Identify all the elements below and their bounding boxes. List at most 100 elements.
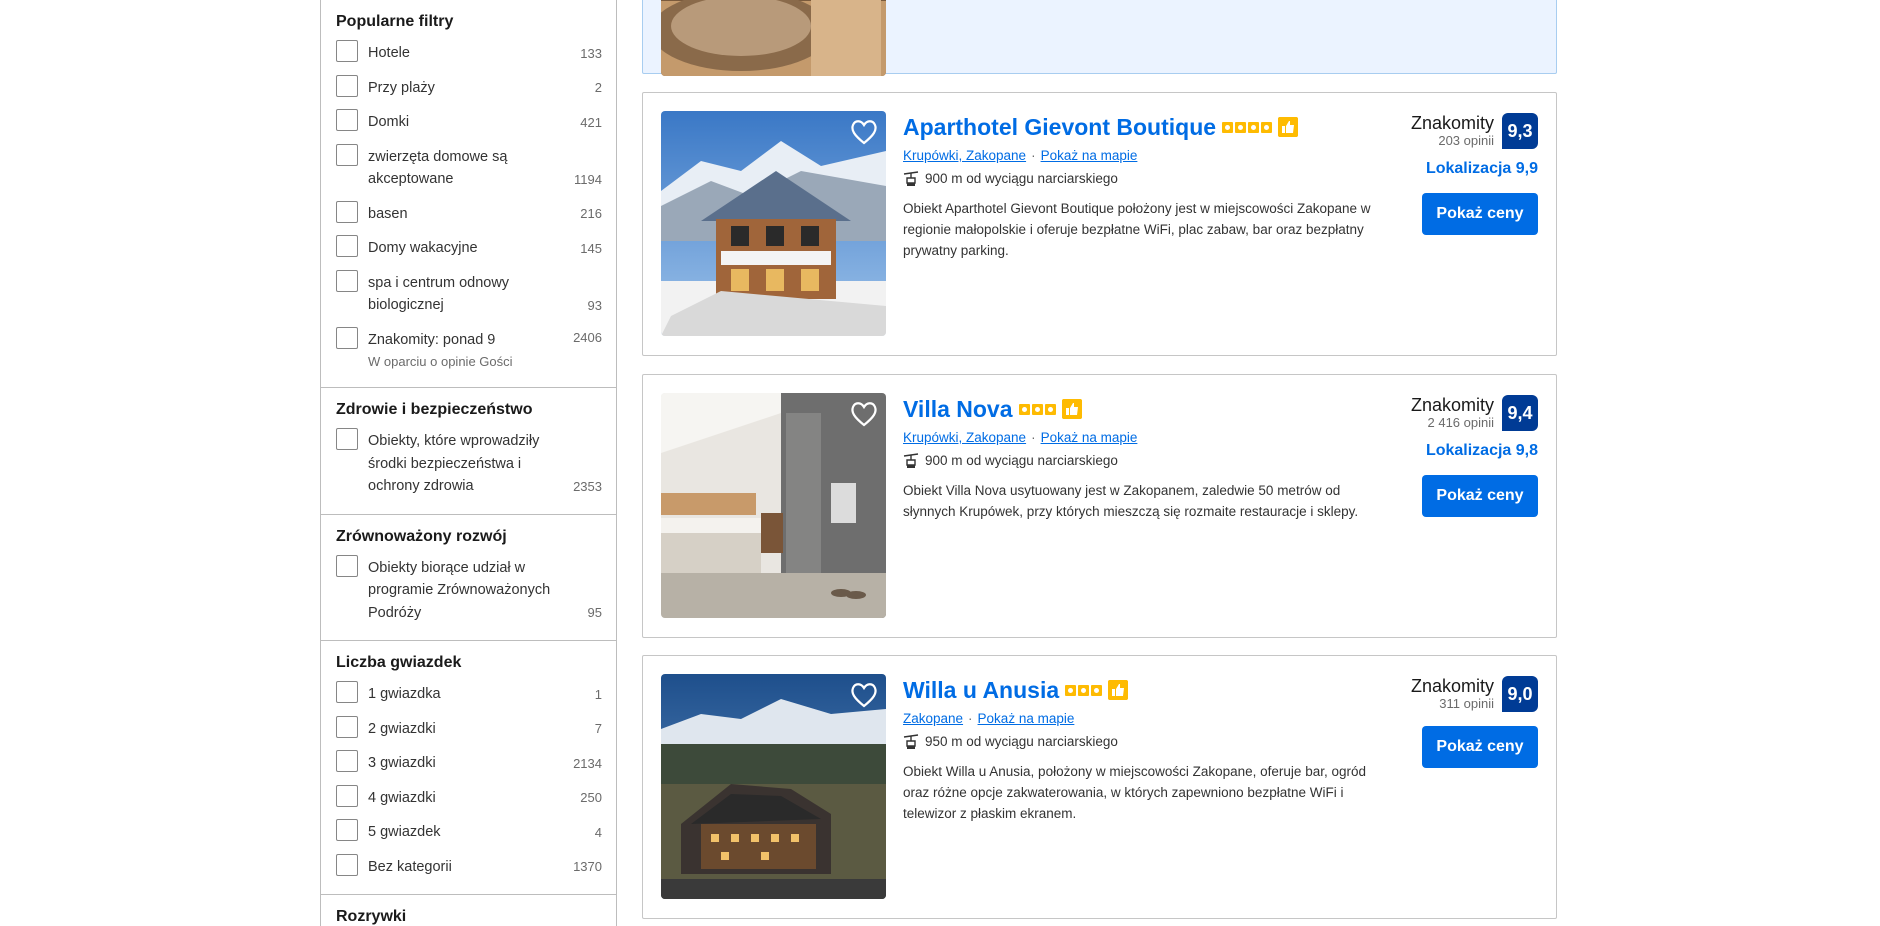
location-row: Krupówki, Zakopane · Pokaż na mapie bbox=[903, 147, 1383, 165]
property-info: Aparthotel Gievont Boutique Krupówki, Za… bbox=[903, 113, 1383, 261]
heart-icon[interactable] bbox=[850, 682, 878, 708]
checkbox[interactable] bbox=[336, 235, 358, 257]
review-score[interactable]: Znakomity 2 416 opinii 9,4 bbox=[1338, 395, 1538, 431]
checkbox[interactable] bbox=[336, 143, 358, 166]
show-on-map-link[interactable]: Pokaż na mapie bbox=[1041, 148, 1138, 163]
filter-unrated[interactable]: Bez kategorii 1370 bbox=[336, 853, 602, 881]
filter-5-stars[interactable]: 5 gwiazdek 4 bbox=[336, 819, 602, 846]
filter-superb[interactable]: Znakomity: ponad 9 W oparciu o opinie Go… bbox=[336, 326, 602, 374]
filter-group-title: Zrównoważony rozwój bbox=[336, 527, 507, 545]
filter-cottages[interactable]: Domki 421 bbox=[336, 109, 602, 136]
title-row: Aparthotel Gievont Boutique bbox=[903, 113, 1383, 141]
show-on-map-link[interactable]: Pokaż na mapie bbox=[978, 711, 1075, 726]
show-prices-button[interactable]: Pokaż ceny bbox=[1422, 726, 1538, 768]
filter-hotels[interactable]: Hotele 133 bbox=[336, 40, 602, 67]
location-link[interactable]: Zakopane bbox=[903, 711, 963, 726]
filter-count: 2353 bbox=[573, 478, 602, 494]
checkbox[interactable] bbox=[336, 269, 358, 292]
title-row: Willa u Anusia bbox=[903, 676, 1383, 704]
filter-count: 421 bbox=[580, 114, 602, 130]
filter-group-sustainability: Zrównoważony rozwój Obiekty biorące udzi… bbox=[321, 515, 616, 641]
checkbox[interactable] bbox=[336, 40, 358, 62]
distance-row: 900 m od wyciągu narciarskiego bbox=[903, 452, 1383, 470]
property-photo[interactable] bbox=[661, 111, 886, 336]
review-score[interactable]: Znakomity 203 opinii 9,3 bbox=[1338, 113, 1538, 149]
filter-pets[interactable]: zwierzęta domowe są akceptowane 1194 bbox=[336, 143, 602, 193]
filter-sublabel: W oparciu o opinie Gości bbox=[368, 354, 513, 369]
location-link[interactable]: Krupówki, Zakopane bbox=[903, 430, 1026, 445]
property-card[interactable]: Aparthotel Gievont Boutique Krupówki, Za… bbox=[642, 92, 1557, 356]
show-prices-button[interactable]: Pokaż ceny bbox=[1422, 475, 1538, 517]
filter-count: 1 bbox=[594, 686, 602, 702]
star-icon bbox=[1078, 684, 1090, 696]
score-label: Znakomity bbox=[1410, 676, 1494, 696]
filter-4-stars[interactable]: 4 gwiazdki 250 bbox=[336, 784, 602, 812]
property-photo[interactable] bbox=[661, 674, 886, 899]
filter-health-safety[interactable]: Obiekty, które wprowadziły środki bezpie… bbox=[336, 428, 602, 500]
star-icon bbox=[1222, 121, 1234, 133]
filter-pool[interactable]: basen 216 bbox=[336, 200, 602, 228]
checkbox[interactable] bbox=[336, 200, 358, 223]
filter-count: 1370 bbox=[573, 859, 602, 874]
thumbs-up-icon bbox=[1278, 117, 1299, 137]
separator-dot: · bbox=[968, 711, 973, 726]
star-icon bbox=[1235, 121, 1247, 133]
score-badge: 9,3 bbox=[1502, 113, 1538, 149]
score-words: Znakomity 203 opinii bbox=[1411, 113, 1494, 149]
filter-2-stars[interactable]: 2 gwiazdki 7 bbox=[336, 715, 602, 743]
checkbox[interactable] bbox=[336, 853, 358, 876]
show-on-map-link[interactable]: Pokaż na mapie bbox=[1041, 430, 1138, 445]
distance-text: 950 m od wyciągu narciarskiego bbox=[925, 734, 1118, 749]
filter-holiday-homes[interactable]: Domy wakacyjne 145 bbox=[336, 235, 602, 262]
property-photo[interactable] bbox=[661, 0, 886, 76]
checkbox[interactable] bbox=[336, 715, 358, 738]
property-photo-image bbox=[661, 0, 886, 76]
filter-sustainable[interactable]: Obiekty biorące udział w programie Zrówn… bbox=[336, 554, 602, 627]
filter-count: 145 bbox=[580, 240, 602, 256]
location-link[interactable]: Krupówki, Zakopane bbox=[903, 148, 1026, 163]
heart-icon[interactable] bbox=[850, 119, 878, 145]
checkbox[interactable] bbox=[336, 681, 358, 703]
checkbox[interactable] bbox=[336, 819, 358, 841]
filter-spa[interactable]: spa i centrum odnowy biologicznej 93 bbox=[336, 269, 602, 319]
filter-label: Domy wakacyjne bbox=[368, 240, 478, 256]
checkbox[interactable] bbox=[336, 326, 358, 349]
filter-1-star[interactable]: 1 gwiazdka 1 bbox=[336, 681, 602, 708]
filter-group-stars: Liczba gwiazdek 1 gwiazdka 1 2 gwiazdki … bbox=[321, 641, 616, 895]
review-score[interactable]: Znakomity 311 opinii 9,0 bbox=[1338, 676, 1538, 712]
location-score: Lokalizacja 9,9 bbox=[1425, 160, 1538, 177]
filter-label: Obiekty, które wprowadziły środki bezpie… bbox=[368, 433, 540, 494]
show-prices-button[interactable]: Pokaż ceny bbox=[1422, 193, 1538, 235]
property-card[interactable]: Willa u Anusia Zakopane · Pokaż na mapie bbox=[642, 655, 1557, 919]
separator-dot: · bbox=[1031, 148, 1036, 163]
ski-lift-icon bbox=[903, 734, 919, 749]
ski-lift-icon bbox=[903, 171, 919, 186]
filter-group-health: Zdrowie i bezpieczeństwo Obiekty, które … bbox=[321, 388, 616, 515]
checkbox[interactable] bbox=[336, 750, 358, 772]
heart-icon[interactable] bbox=[850, 401, 878, 427]
property-name-link[interactable]: Willa u Anusia bbox=[903, 676, 1059, 704]
location-row: Zakopane · Pokaż na mapie bbox=[903, 710, 1383, 728]
checkbox[interactable] bbox=[336, 74, 358, 97]
distance-text: 900 m od wyciągu narciarskiego bbox=[925, 453, 1118, 468]
star-rating bbox=[1018, 399, 1082, 419]
checkbox[interactable] bbox=[336, 109, 358, 131]
property-name-link[interactable]: Villa Nova bbox=[903, 395, 1013, 423]
filter-group-title: Liczba gwiazdek bbox=[336, 654, 462, 671]
filter-beach[interactable]: Przy plaży 2 bbox=[336, 74, 602, 102]
checkbox[interactable] bbox=[336, 554, 358, 577]
property-info: Villa Nova Krupówki, Zakopane · Pokaż na m… bbox=[903, 395, 1383, 522]
checkbox[interactable] bbox=[336, 784, 358, 807]
property-card-partial[interactable] bbox=[642, 0, 1557, 76]
property-name-link[interactable]: Aparthotel Gievont Boutique bbox=[903, 113, 1216, 141]
filter-3-stars[interactable]: 3 gwiazdki 2134 bbox=[336, 750, 602, 777]
checkbox[interactable] bbox=[336, 428, 358, 450]
filter-count: 4 bbox=[594, 824, 602, 840]
filter-label: 4 gwiazdki bbox=[368, 789, 436, 806]
filter-count: 1194 bbox=[574, 171, 602, 187]
property-photo[interactable] bbox=[661, 393, 886, 618]
property-card[interactable]: Villa Nova Krupówki, Zakopane · Pokaż na m… bbox=[642, 374, 1557, 638]
filter-label: 1 gwiazdka bbox=[368, 686, 441, 702]
score-column: Znakomity 203 opinii 9,3 Lokalizacja 9,9… bbox=[1338, 113, 1538, 235]
filter-label: Przy plaży bbox=[368, 79, 435, 96]
